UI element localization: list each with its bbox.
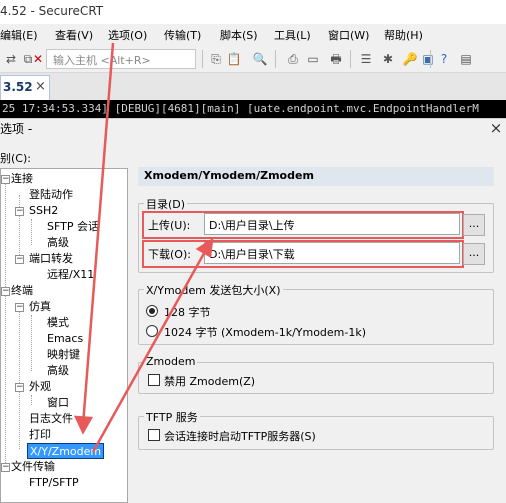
start-tftp-checkbox[interactable]: [148, 429, 160, 441]
tree-collapse-icon[interactable]: −: [1, 463, 10, 472]
session-tab-label: 3.52: [3, 80, 33, 94]
packet-128-radio[interactable]: [146, 305, 158, 317]
close-tab-icon[interactable]: ×: [35, 79, 46, 94]
tree-item-file-transfer[interactable]: 文件传输: [11, 459, 55, 475]
menu-script[interactable]: 脚本(S): [220, 27, 258, 43]
tree-item-sftp-session[interactable]: SFTP 会话: [47, 219, 99, 235]
menu-window[interactable]: 窗口(W): [328, 27, 369, 43]
menu-transfer[interactable]: 传输(T): [164, 27, 201, 43]
packet-1024-label[interactable]: 1024 字节 (Xmodem-1k/Ymodem-1k): [164, 324, 366, 340]
category-label: 别(C):: [0, 152, 31, 165]
packet-128-label[interactable]: 128 字节: [164, 304, 211, 320]
menu-options[interactable]: 选项(O): [108, 27, 147, 43]
paste-icon[interactable]: 📋: [226, 51, 242, 67]
start-tftp-label[interactable]: 会话连接时启动TFTP服务器(S): [164, 428, 316, 444]
tree-item-emacs[interactable]: Emacs: [47, 331, 83, 347]
menu-view[interactable]: 查看(V): [55, 27, 93, 43]
download-dir-field[interactable]: D:\用户目录\下载: [204, 242, 460, 264]
toolbar-separator: [275, 50, 276, 68]
upload-label: 上传(U):: [148, 219, 191, 232]
find-icon[interactable]: 🔍: [252, 51, 268, 67]
tree-item-port-forward[interactable]: 端口转发: [29, 251, 73, 267]
tree-collapse-icon[interactable]: −: [15, 303, 24, 312]
upload-dir-field[interactable]: D:\用户目录\上传: [204, 213, 460, 235]
tree-line: [31, 315, 32, 371]
toolbar-extra-icon[interactable]: ▤: [458, 51, 474, 67]
tree-item-window[interactable]: 窗口: [47, 395, 69, 411]
section-header: Xmodem/Ymodem/Zmodem: [138, 167, 494, 186]
session-tab-strip: 3.52 ×: [0, 73, 506, 100]
terminal-output: 25 17:34:53.334] [DEBUG][4681][main] [ua…: [0, 100, 506, 118]
toolbar-separator: [350, 50, 351, 68]
tree-line: [31, 395, 32, 405]
tree-item-emulation[interactable]: 仿真: [29, 299, 51, 315]
print-icon[interactable]: ⎙: [285, 51, 301, 67]
tree-item-login-actions[interactable]: 登陆动作: [29, 187, 73, 203]
tree-line: [19, 195, 20, 261]
download-label: 下载(O):: [148, 248, 191, 261]
quick-connect-input[interactable]: 输入主机 <Alt+R>: [46, 49, 196, 69]
menu-help[interactable]: 帮助(H): [384, 27, 423, 43]
tree-item-mapped-keys[interactable]: 映射键: [47, 347, 80, 363]
global-options-icon[interactable]: ✱: [380, 51, 396, 67]
tree-item-modes[interactable]: 模式: [47, 315, 69, 331]
print-setup-icon[interactable]: ▭: [305, 51, 321, 67]
toolbar: ⇄ ⧉ ✕ 输入主机 <Alt+R> ⎘ 📋 🔍 ⎙ ▭ 🖶 ☰ ✱ 🔑 ▣ ?…: [0, 45, 506, 73]
session-options-icon[interactable]: ☰: [358, 51, 374, 67]
tftp-legend: TFTP 服务: [144, 409, 200, 425]
tree-item-ssh2-advanced[interactable]: 高级: [47, 235, 69, 251]
tree-item-ssh2[interactable]: SSH2: [29, 203, 58, 219]
toolbar-separator: [430, 50, 431, 68]
copy-icon[interactable]: ⎘: [208, 51, 224, 67]
disable-zmodem-label[interactable]: 禁用 Zmodem(Z): [164, 373, 255, 389]
title-bar: 4.52 - SecureCRT: [0, 0, 506, 24]
tree-item-ftp-sftp[interactable]: FTP/SFTP: [29, 475, 79, 491]
dialog-close-icon[interactable]: ×: [486, 118, 506, 138]
tree-item-emulation-advanced[interactable]: 高级: [47, 363, 69, 379]
category-tree[interactable]: − 连接 登陆动作 − SSH2 SFTP 会话 高级 − 端口转发 远程/X1…: [0, 168, 128, 503]
help-icon[interactable]: ?: [436, 51, 452, 67]
reconnect-icon[interactable]: ⇄: [3, 51, 19, 67]
tree-line: [19, 307, 20, 449]
tree-line: [31, 219, 32, 245]
sftp-icon[interactable]: ▣: [420, 51, 436, 67]
tree-item-xyzmodem[interactable]: X/Y/Zmodem: [27, 443, 105, 459]
tree-item-connect[interactable]: 连接: [11, 171, 33, 187]
menu-tools[interactable]: 工具(L): [274, 27, 311, 43]
menu-bar: 编辑(E) 查看(V) 选项(O) 传输(T) 脚本(S) 工具(L) 窗口(W…: [0, 24, 506, 44]
packet-size-legend: X/Ymodem 发送包大小(X): [144, 282, 283, 298]
session-tab[interactable]: 3.52 ×: [0, 75, 50, 100]
tree-collapse-icon[interactable]: −: [15, 383, 24, 392]
upload-browse-button[interactable]: ...: [463, 214, 485, 236]
tree-collapse-icon[interactable]: −: [1, 287, 10, 296]
tree-line: [5, 179, 6, 471]
download-browse-button[interactable]: ...: [463, 243, 485, 265]
packet-1024-radio[interactable]: [146, 325, 158, 337]
menu-edit[interactable]: 编辑(E): [0, 27, 38, 43]
tree-item-appearance[interactable]: 外观: [29, 379, 51, 395]
printer-icon[interactable]: 🖶: [328, 51, 344, 67]
tree-item-log-file[interactable]: 日志文件: [29, 411, 73, 427]
keymap-icon[interactable]: 🔑: [402, 51, 418, 67]
dialog-title: 选项 -: [0, 122, 33, 136]
tree-item-terminal[interactable]: 终端: [11, 283, 33, 299]
window-title: 4.52 - SecureCRT: [0, 4, 104, 18]
tree-item-remote-x11[interactable]: 远程/X11: [47, 267, 94, 283]
tree-collapse-icon[interactable]: −: [15, 207, 24, 216]
toolbar-separator: [202, 50, 203, 68]
tree-collapse-icon[interactable]: −: [15, 255, 24, 264]
disable-zmodem-checkbox[interactable]: [148, 374, 160, 386]
directory-group-legend: 目录(D): [144, 196, 188, 212]
zmodem-legend: Zmodem: [144, 355, 198, 368]
tree-item-print[interactable]: 打印: [29, 427, 51, 443]
disconnect-icon[interactable]: ✕: [30, 51, 46, 67]
tree-collapse-icon[interactable]: −: [1, 175, 10, 184]
